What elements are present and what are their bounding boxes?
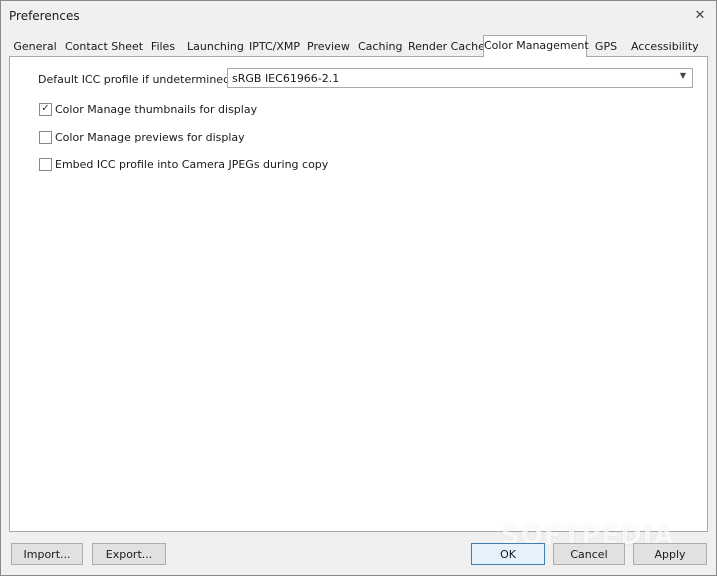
thumbnails-checkbox[interactable]: ✓ bbox=[39, 102, 52, 116]
thumbnails-label[interactable]: Color Manage thumbnails for display bbox=[55, 103, 257, 116]
tab-iptc-xmp[interactable]: IPTC/XMP bbox=[249, 37, 300, 56]
close-icon[interactable]: ✕ bbox=[692, 7, 708, 23]
previews-checkbox[interactable] bbox=[39, 130, 52, 144]
tab-general[interactable]: General bbox=[13, 37, 57, 56]
tab-launching[interactable]: Launching bbox=[187, 37, 244, 56]
cancel-button[interactable]: Cancel bbox=[553, 543, 625, 565]
tab-contact-sheet[interactable]: Contact Sheet bbox=[65, 37, 143, 56]
chevron-down-icon: ▼ bbox=[679, 71, 686, 80]
icc-profile-label: Default ICC profile if undetermined: bbox=[38, 73, 234, 86]
preferences-window: Preferences ✕ General Contact Sheet File… bbox=[0, 0, 717, 576]
ok-button[interactable]: OK bbox=[471, 543, 545, 565]
tab-gps[interactable]: GPS bbox=[593, 37, 619, 56]
option-thumbnails-row[interactable]: ✓ Color Manage thumbnails for display bbox=[39, 101, 257, 117]
embed-icc-label[interactable]: Embed ICC profile into Camera JPEGs duri… bbox=[55, 158, 328, 171]
tab-files[interactable]: Files bbox=[149, 37, 177, 56]
checkmark-icon: ✓ bbox=[41, 103, 50, 114]
export-button[interactable]: Export... bbox=[92, 543, 166, 565]
icc-profile-value: sRGB IEC61966-2.1 bbox=[232, 72, 340, 85]
color-management-panel: Default ICC profile if undetermined: sRG… bbox=[9, 56, 708, 532]
tab-strip: General Contact Sheet Files Launching IP… bbox=[9, 35, 709, 57]
embed-icc-checkbox[interactable] bbox=[39, 157, 52, 171]
tab-caching[interactable]: Caching bbox=[358, 37, 402, 56]
apply-button[interactable]: Apply bbox=[633, 543, 707, 565]
tab-accessibility[interactable]: Accessibility bbox=[631, 37, 699, 56]
icc-profile-select[interactable]: sRGB IEC61966-2.1 ▼ bbox=[227, 68, 693, 88]
window-title: Preferences bbox=[9, 9, 80, 23]
import-button[interactable]: Import... bbox=[11, 543, 83, 565]
title-bar[interactable]: Preferences ✕ bbox=[1, 1, 716, 31]
tab-color-management[interactable]: Color Management bbox=[483, 35, 589, 57]
tab-render-cache[interactable]: Render Cache bbox=[408, 37, 485, 56]
previews-label[interactable]: Color Manage previews for display bbox=[55, 131, 245, 144]
tab-preview[interactable]: Preview bbox=[307, 37, 350, 56]
option-embed-icc-row[interactable]: Embed ICC profile into Camera JPEGs duri… bbox=[39, 156, 328, 172]
option-previews-row[interactable]: Color Manage previews for display bbox=[39, 129, 245, 145]
